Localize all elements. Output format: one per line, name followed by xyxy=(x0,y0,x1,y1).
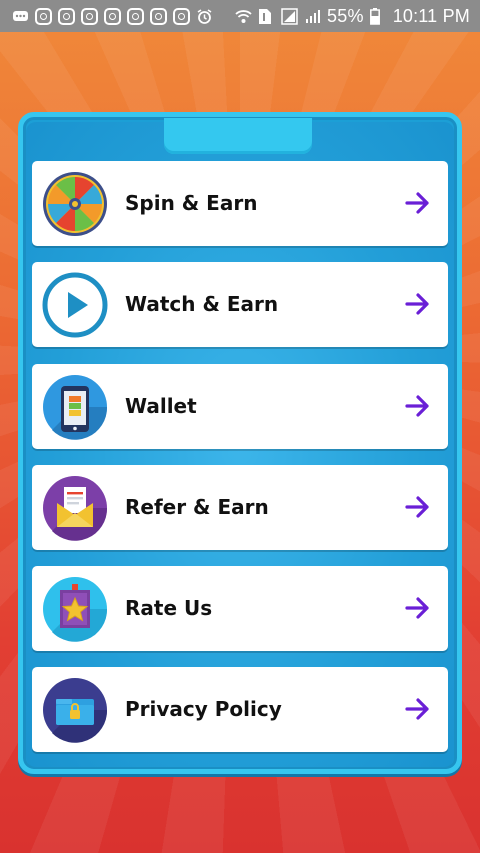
message-icon xyxy=(12,8,29,25)
instagram-icon xyxy=(150,7,167,25)
instagram-icon xyxy=(35,7,52,25)
wheel-icon xyxy=(42,171,108,237)
signal-strength-icon xyxy=(304,8,321,25)
signal-icon xyxy=(281,7,298,25)
panel-header-tab xyxy=(164,118,312,154)
battery-percentage: 55% xyxy=(327,5,364,26)
arrow-right-icon xyxy=(404,493,432,521)
alarm-icon xyxy=(196,8,213,25)
lock-folder-icon xyxy=(42,677,108,743)
arrow-right-icon xyxy=(404,392,432,420)
play-icon xyxy=(42,272,108,338)
status-bar: 55% 10:11 PM xyxy=(0,0,480,32)
instagram-icon xyxy=(127,7,144,25)
arrow-right-icon xyxy=(404,290,432,318)
watch-earn-button[interactable]: Watch & Earn xyxy=(32,262,448,347)
instagram-icon xyxy=(173,7,190,25)
instagram-icon xyxy=(81,7,98,25)
arrow-right-icon xyxy=(404,695,432,723)
wifi-icon xyxy=(235,8,252,25)
privacy-policy-button[interactable]: Privacy Policy xyxy=(32,667,448,752)
instagram-icon xyxy=(104,7,121,25)
arrow-right-icon xyxy=(404,189,432,217)
notification-icons xyxy=(12,7,213,25)
clock: 10:11 PM xyxy=(392,5,470,26)
battery-icon xyxy=(369,7,387,25)
spin-earn-button[interactable]: Spin & Earn xyxy=(32,161,448,246)
rate-us-button[interactable]: Rate Us xyxy=(32,566,448,651)
instagram-icon xyxy=(58,7,75,25)
wallet-label: Wallet xyxy=(125,394,197,418)
wallet-button[interactable]: Wallet xyxy=(32,364,448,449)
star-icon xyxy=(42,576,108,642)
refer-earn-label: Refer & Earn xyxy=(125,495,269,519)
wallet-phone-icon xyxy=(42,374,108,440)
privacy-policy-label: Privacy Policy xyxy=(125,697,282,721)
arrow-right-icon xyxy=(404,594,432,622)
watch-earn-label: Watch & Earn xyxy=(125,292,279,316)
rate-us-label: Rate Us xyxy=(125,596,213,620)
system-icons: 55% 10:11 PM xyxy=(235,6,470,27)
envelope-icon xyxy=(42,475,108,541)
sim-icon xyxy=(258,8,275,25)
spin-earn-label: Spin & Earn xyxy=(125,191,258,215)
refer-earn-button[interactable]: Refer & Earn xyxy=(32,465,448,550)
